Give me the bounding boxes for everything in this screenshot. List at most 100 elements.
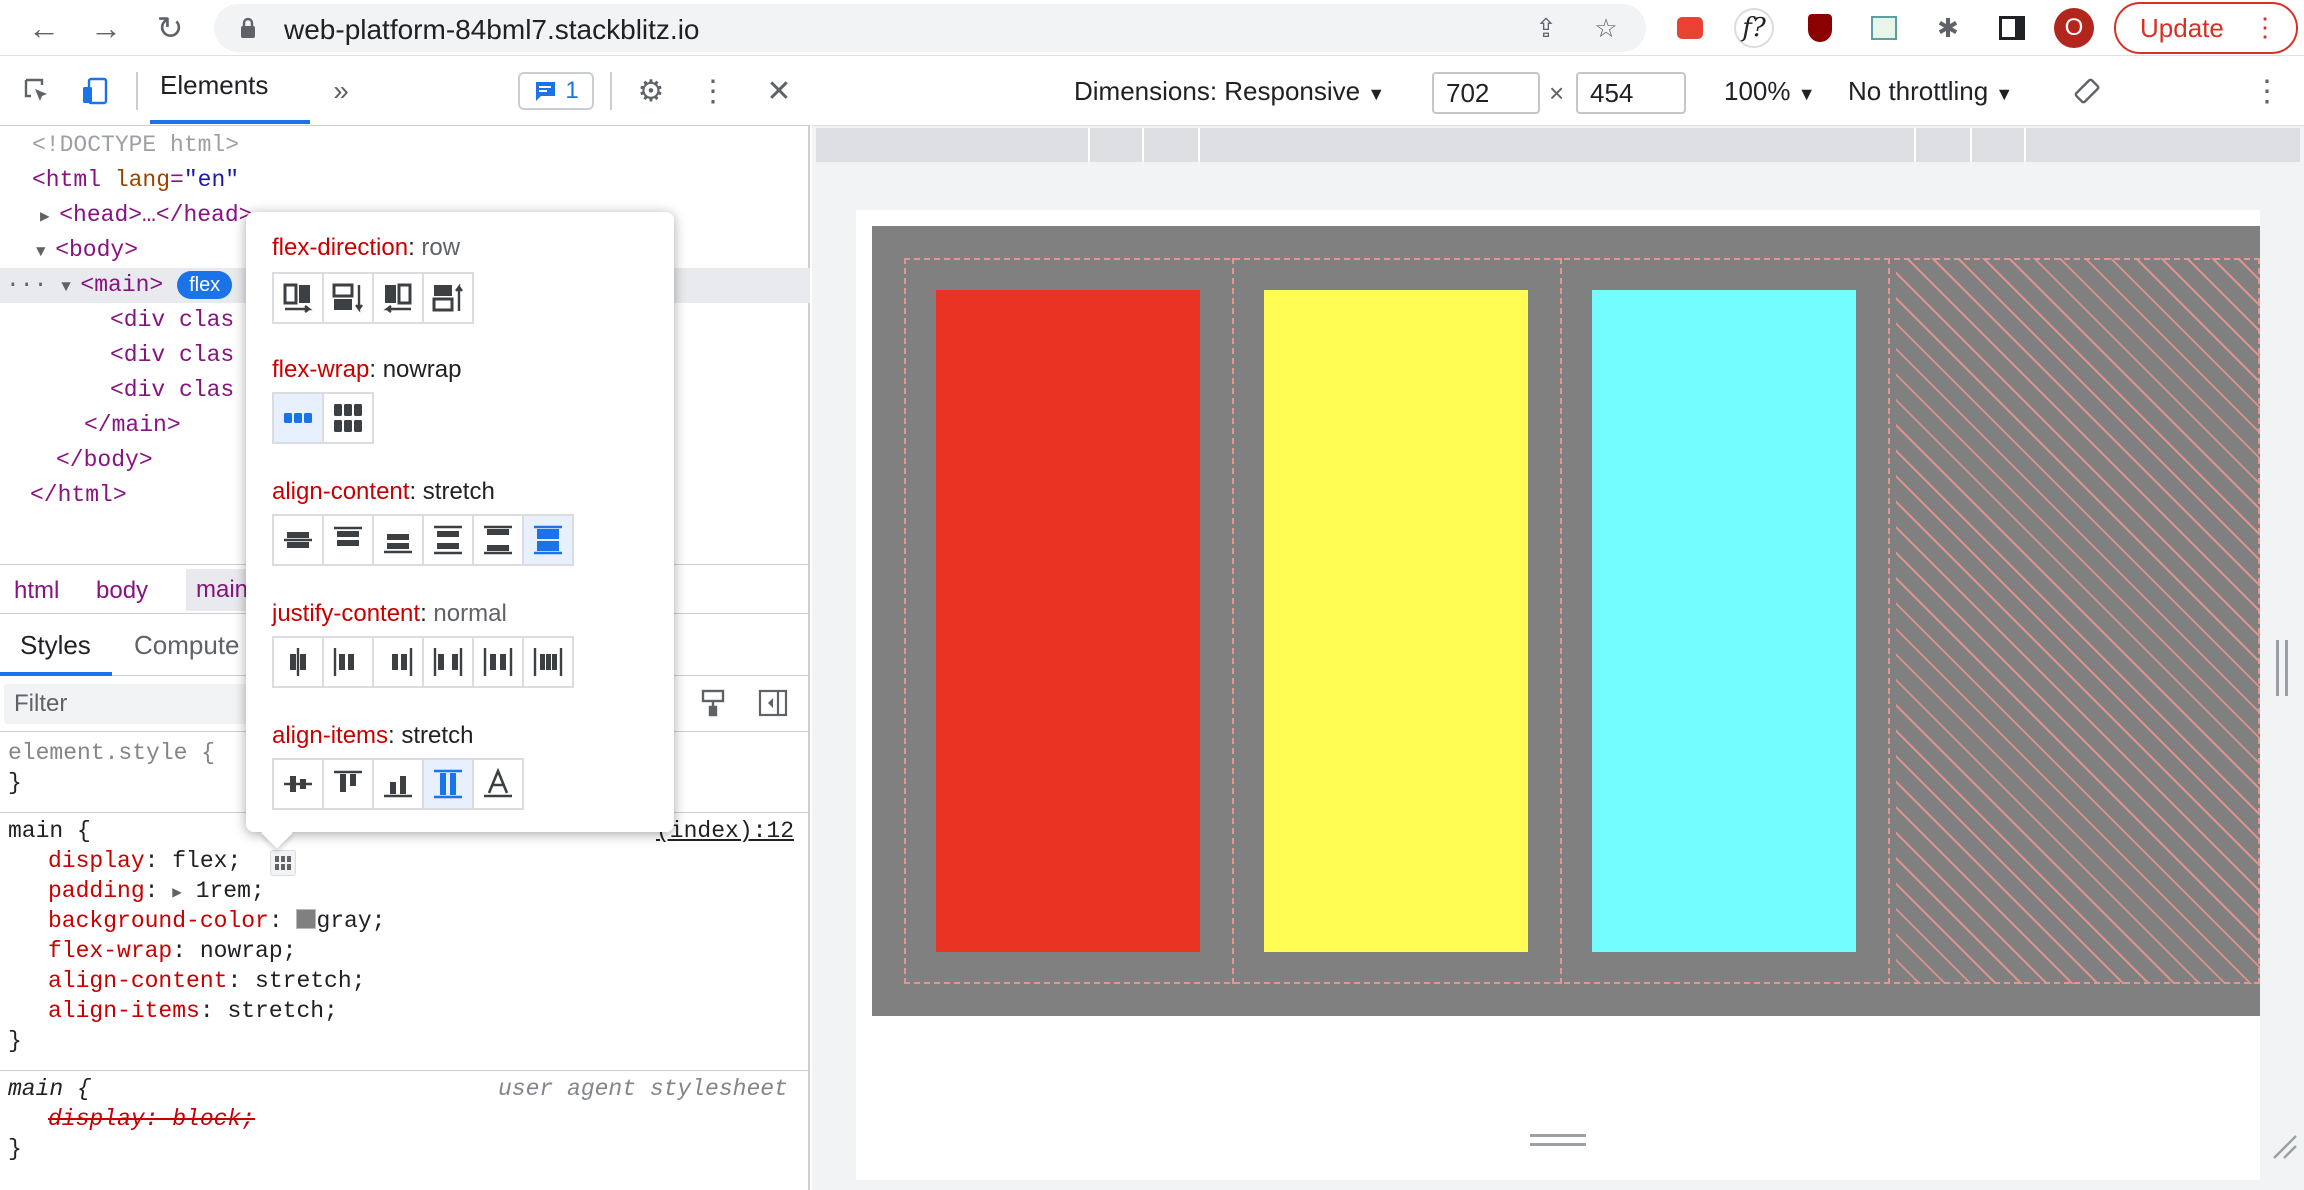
decl-padding-prop: padding — [48, 878, 145, 904]
justify-content-space-around-button[interactable] — [472, 636, 524, 688]
bookmark-star-icon[interactable]: ☆ — [1586, 8, 1626, 48]
decl-ai-value: stretch; — [227, 998, 338, 1024]
align-items-flex-end-button[interactable] — [372, 758, 424, 810]
main-close-tag: </main> — [84, 412, 181, 438]
align-items-center-button[interactable] — [272, 758, 324, 810]
main-flex-container — [872, 226, 2260, 1016]
profile-avatar[interactable]: O — [2054, 8, 2094, 48]
ublock-icon[interactable] — [1800, 8, 1840, 48]
back-icon[interactable]: ← — [24, 8, 64, 48]
justify-content-buttons — [272, 636, 574, 688]
align-content-space-around-button[interactable] — [422, 514, 474, 566]
close-devtools-icon[interactable]: ✕ — [760, 72, 798, 110]
rotate-icon[interactable] — [2068, 72, 2106, 110]
justify-content-space-between-button[interactable] — [422, 636, 474, 688]
align-content-label: align-content: stretch — [272, 478, 495, 505]
viewport-corner-resize-icon[interactable] — [2270, 1132, 2298, 1160]
justify-content-flex-start-button[interactable] — [322, 636, 374, 688]
align-content-stretch-button[interactable] — [522, 514, 574, 566]
flex-item-red[interactable] — [936, 290, 1200, 952]
puzzle-extensions-icon[interactable]: ✱ — [1928, 8, 1968, 48]
flex-direction-row-reverse-button[interactable] — [372, 272, 424, 324]
dom-doctype[interactable]: <!DOCTYPE html> — [0, 128, 810, 163]
reload-icon[interactable]: ↻ — [150, 8, 190, 48]
message-icon — [535, 82, 556, 101]
issues-counter-button[interactable]: 1 — [518, 72, 594, 110]
align-items-value: stretch — [401, 722, 474, 749]
more-tabs-chevron-icon[interactable]: » — [322, 72, 360, 110]
flex-badge[interactable]: flex — [177, 270, 233, 299]
align-items-label: align-items: stretch — [272, 722, 474, 749]
inspect-element-icon[interactable] — [18, 72, 56, 110]
flex-wrap-wrap-button[interactable] — [322, 392, 374, 444]
rule-source-link[interactable]: (index):12 — [656, 816, 794, 846]
devtools-menu-icon[interactable]: ⋮ — [694, 72, 732, 110]
devtools-toolbar: Elements » 1 ⚙ ⋮ ✕ — [0, 56, 810, 126]
justify-content-center-button[interactable] — [272, 636, 324, 688]
justify-content-flex-end-button[interactable] — [372, 636, 424, 688]
align-items-stretch-button[interactable] — [422, 758, 474, 810]
align-content-center-button[interactable] — [272, 514, 324, 566]
side-panel-icon[interactable] — [1992, 8, 2032, 48]
throttling-select[interactable]: No throttling ▼ — [1848, 76, 2013, 107]
address-bar[interactable]: web-platform-84bml7.stackblitz.io ⇪ ☆ — [214, 4, 1646, 52]
decl-background-color[interactable]: background-color: gray; — [48, 906, 385, 936]
tab-elements-underline — [150, 120, 310, 124]
device-toolbar-menu-icon[interactable]: ⋮ — [2252, 72, 2282, 110]
extension-red-icon[interactable] — [1670, 8, 1710, 48]
dimensions-select[interactable]: Dimensions: Responsive ▼ — [1074, 76, 1385, 107]
viewport-height-resize-handle[interactable] — [1530, 1134, 1586, 1146]
flex-direction-column-reverse-button[interactable] — [422, 272, 474, 324]
viewport-height-input[interactable]: 454 — [1576, 72, 1686, 114]
decl-flex-wrap[interactable]: flex-wrap: nowrap; — [48, 936, 296, 966]
flex-item-cyan[interactable] — [1592, 290, 1856, 952]
color-swatch[interactable] — [296, 909, 317, 929]
tab-elements[interactable]: Elements — [160, 70, 268, 101]
decl-bg-value: gray; — [316, 908, 386, 934]
settings-gear-icon[interactable]: ⚙ — [632, 72, 670, 110]
update-button[interactable]: Update ⋮ — [2114, 2, 2298, 54]
decl-display[interactable]: display: flex; — [48, 846, 241, 876]
color-format-brush-icon[interactable] — [694, 684, 732, 722]
flex-direction-row-button[interactable] — [272, 272, 324, 324]
viewport-width-resize-handle[interactable] — [2276, 640, 2288, 696]
viewport-width-input[interactable]: 702 — [1432, 72, 1540, 114]
decl-align-items[interactable]: align-items: stretch; — [48, 996, 338, 1026]
zoom-select[interactable]: 100% ▼ — [1724, 76, 1816, 107]
main-rule-selector[interactable]: main { — [8, 816, 91, 846]
ua-decl-display: display: block; — [48, 1106, 256, 1132]
flex-item-yellow[interactable] — [1264, 290, 1528, 952]
decl-align-content[interactable]: align-content: stretch; — [48, 966, 365, 996]
extension-screenshot-icon[interactable] — [1864, 8, 1904, 48]
expand-triangle-icon[interactable]: ▶ — [172, 884, 182, 902]
align-items-baseline-button[interactable] — [472, 758, 524, 810]
tab-styles[interactable]: Styles — [20, 630, 91, 661]
main-rule-close: } — [8, 1028, 22, 1054]
crumb-html[interactable]: html — [14, 577, 59, 605]
toggle-sidebar-icon[interactable] — [754, 684, 792, 722]
fonts-extension-icon[interactable]: f? — [1734, 8, 1774, 48]
decl-display-value: flex; — [172, 848, 242, 874]
crumb-body[interactable]: body — [96, 577, 148, 605]
forward-icon[interactable]: → — [86, 8, 126, 48]
flexbox-editor-icon[interactable] — [270, 850, 296, 876]
element-style-selector[interactable]: element.style { — [8, 738, 215, 768]
tab-computed[interactable]: Compute — [134, 630, 240, 661]
align-content-space-between-button[interactable] — [472, 514, 524, 566]
align-content-flex-start-button[interactable] — [322, 514, 374, 566]
device-toolbar-icon[interactable] — [76, 72, 114, 110]
flex-direction-column-button[interactable] — [322, 272, 374, 324]
align-items-flex-start-button[interactable] — [322, 758, 374, 810]
decl-padding[interactable]: padding: ▶ 1rem; — [48, 876, 265, 908]
main-open-tag: <main> — [80, 272, 164, 298]
dom-html-node[interactable]: <html lang="en" — [0, 163, 810, 198]
media-query-ruler[interactable] — [816, 128, 2300, 162]
share-icon[interactable]: ⇪ — [1526, 8, 1566, 48]
flex-direction-name: flex-direction — [272, 234, 409, 261]
ruler-tick — [1142, 128, 1144, 162]
ruler-tick — [1914, 128, 1916, 162]
justify-content-space-evenly-button[interactable] — [522, 636, 574, 688]
flex-wrap-nowrap-button[interactable] — [272, 392, 324, 444]
align-content-flex-end-button[interactable] — [372, 514, 424, 566]
align-items-name: align-items — [272, 722, 389, 749]
